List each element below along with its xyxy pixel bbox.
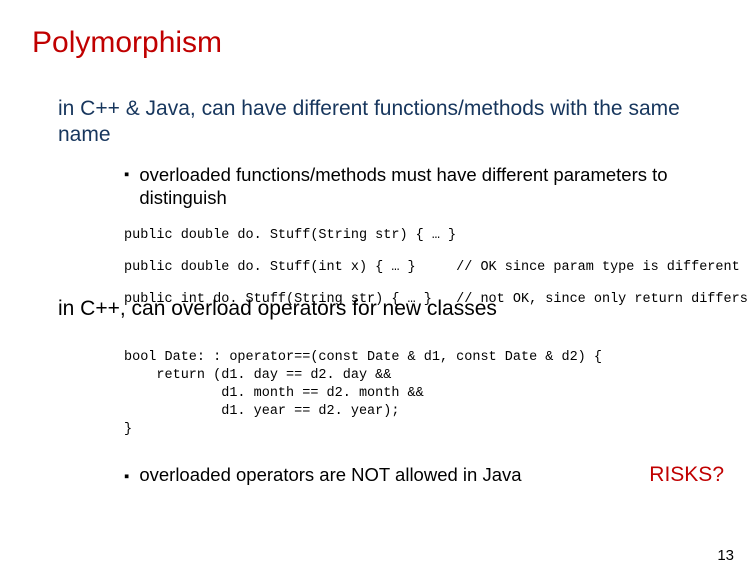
square-bullet-icon: ▪	[124, 163, 129, 186]
code-example-4: bool Date: : operator==(const Date & d1,…	[124, 349, 724, 440]
page-number: 13	[717, 547, 734, 564]
slide: { "title": "Polymorphism", "p1": "in C++…	[0, 0, 756, 576]
bullet-not-allowed-java: ▪ overloaded operators are NOT allowed i…	[124, 462, 724, 488]
square-bullet-icon: ▪	[124, 465, 129, 488]
bullet-overloaded-params: ▪ overloaded functions/methods must have…	[124, 163, 724, 209]
code-example-1: public double do. Stuff(String str) { … …	[124, 227, 724, 245]
bullet-text: overloaded functions/methods must have d…	[139, 163, 724, 209]
slide-title: Polymorphism	[32, 26, 724, 60]
risks-label: RISKS?	[649, 462, 724, 488]
code-example-2: public double do. Stuff(int x) { … } // …	[124, 259, 724, 277]
intro-paragraph: in C++ & Java, can have different functi…	[58, 96, 714, 149]
bullet-text: overloaded operators are NOT allowed in …	[139, 463, 615, 486]
